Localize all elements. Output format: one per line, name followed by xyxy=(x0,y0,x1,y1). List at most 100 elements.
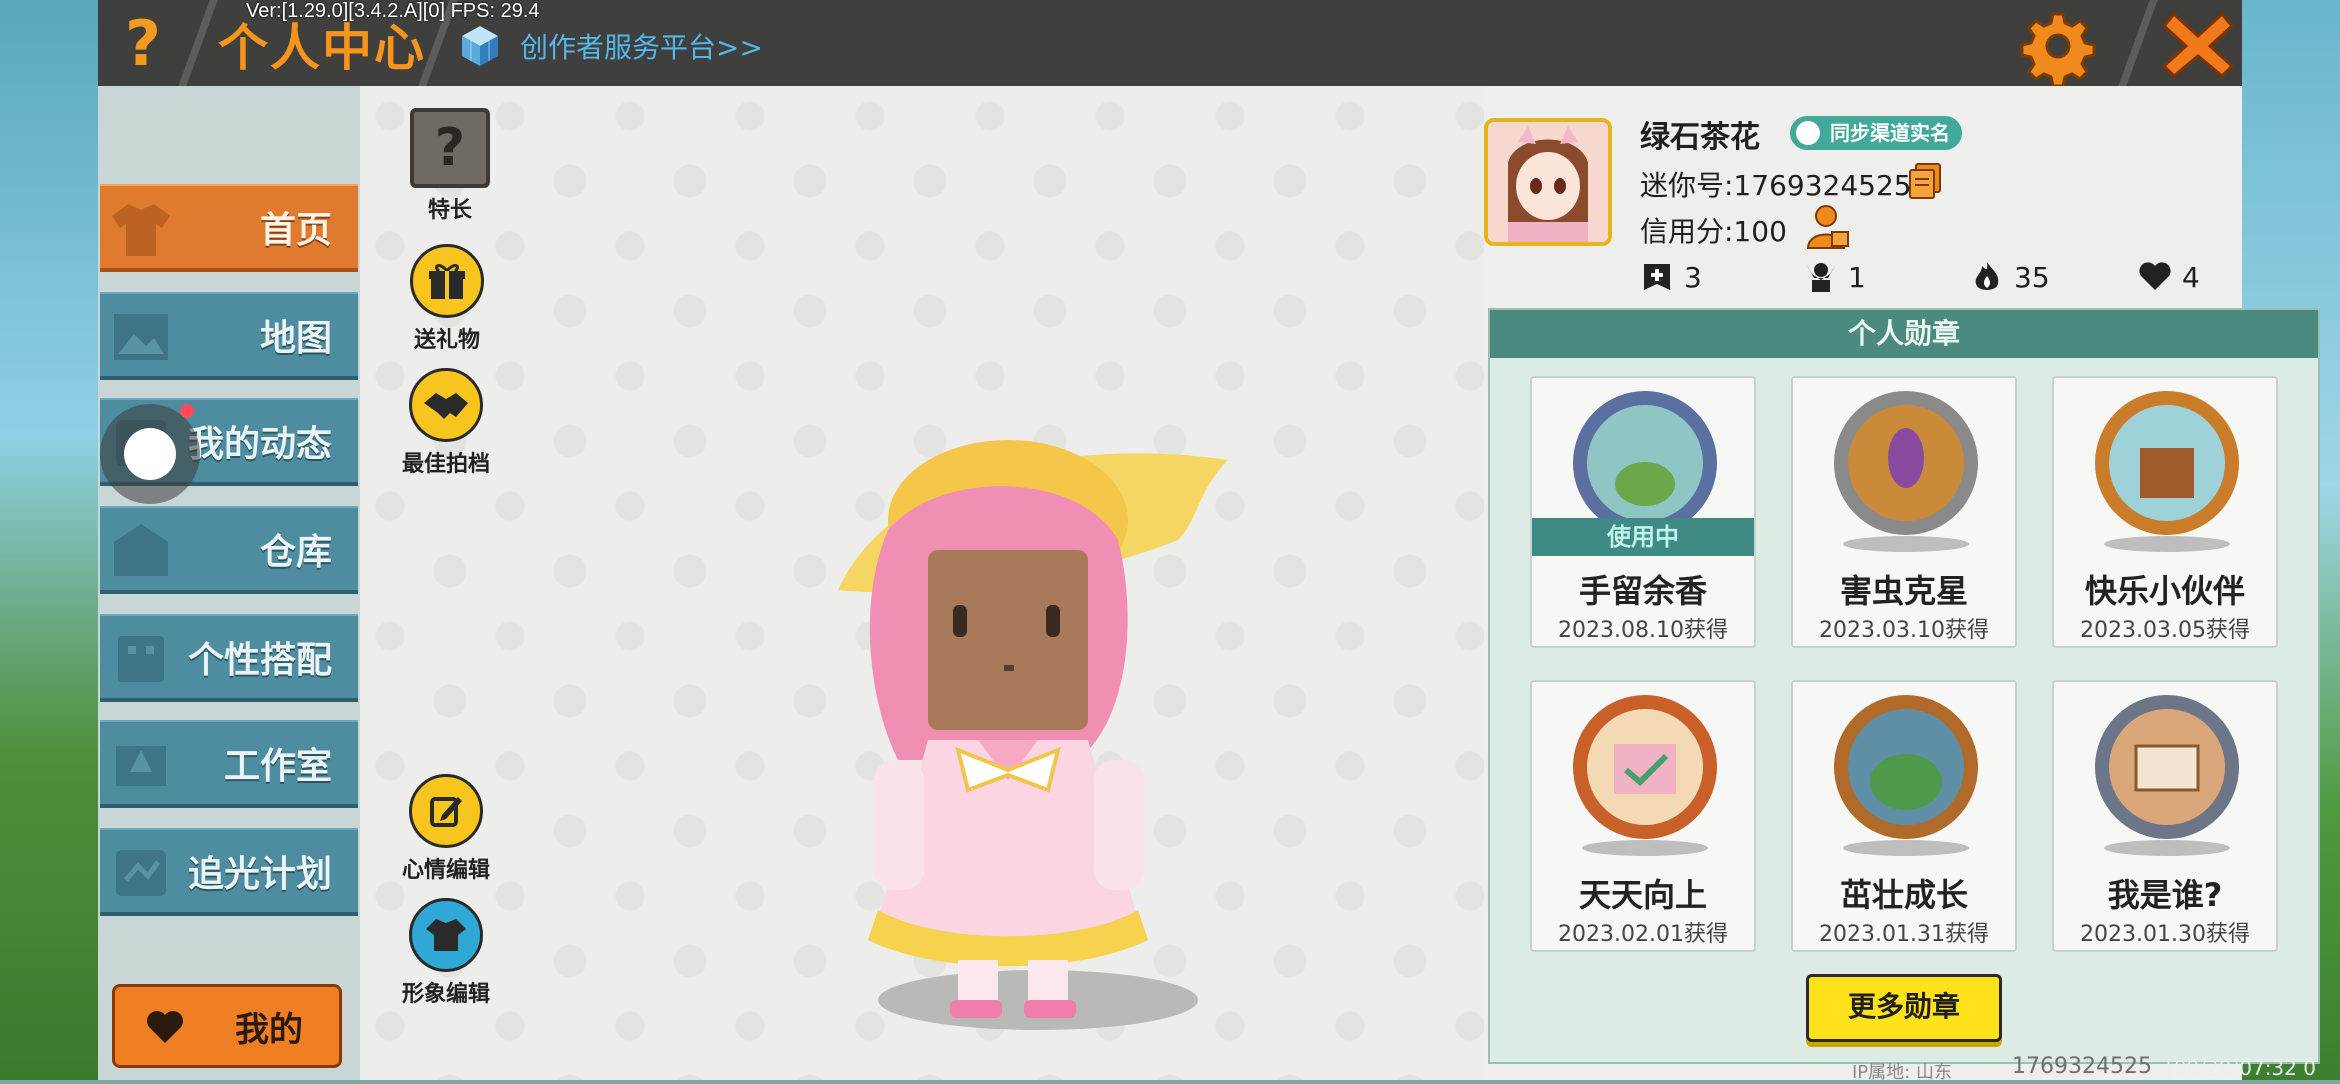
medal-card[interactable]: 我是谁? 2023.01.30获得 xyxy=(2052,680,2278,952)
sidebar-item-studio[interactable]: 工作室 xyxy=(100,720,358,808)
stat-likes[interactable]: 4 xyxy=(2138,260,2200,294)
send-gift-button[interactable]: 送礼物 xyxy=(410,244,484,354)
medal-date: 2023.01.30获得 xyxy=(2080,922,2250,947)
footer-user-id: 1769324525 xyxy=(2012,1054,2152,1079)
mood-edit-label: 心情编辑 xyxy=(402,858,491,883)
more-medals-button[interactable]: 更多勋章 xyxy=(1806,974,2002,1042)
creator-platform-link[interactable]: 创作者服务平台>> xyxy=(456,22,763,70)
sidebar-item-outfit[interactable]: 个性搭配 xyxy=(100,614,358,702)
medal-card[interactable]: 害虫克星 2023.03.10获得 xyxy=(1791,376,2017,648)
handshake-icon xyxy=(409,368,483,442)
realname-badge-label: 同步渠道实名 xyxy=(1830,121,1950,145)
float-ball-core xyxy=(124,428,176,480)
sidebar-item-light-plan[interactable]: 追光计划 xyxy=(100,828,358,916)
avatar[interactable] xyxy=(1484,118,1612,246)
medal-panel-header: 个人勋章 xyxy=(1490,310,2318,358)
medal-card[interactable]: 茁壮成长 2023.01.31获得 xyxy=(1791,680,2017,952)
medal-shadow xyxy=(1843,536,1969,552)
my-button-label: 我的 xyxy=(235,1009,303,1050)
sidebar-nav: 首页 地图 我的动态 仓库 个性搭配 工作室 追光计划 我的 xyxy=(98,86,360,1080)
creator-platform-label: 创作者服务平台>> xyxy=(520,31,763,64)
player-character-model[interactable] xyxy=(778,400,1338,1050)
medal-icon xyxy=(1834,391,1978,535)
fan-icon xyxy=(1806,263,1836,292)
medal-icon xyxy=(1834,695,1978,839)
outfit-edit-icon xyxy=(409,898,483,972)
studio-icon xyxy=(116,746,166,786)
sidebar-item-map[interactable]: 地图 xyxy=(100,292,358,380)
sidebar-item-warehouse[interactable]: 仓库 xyxy=(100,506,358,594)
floating-assist-ball[interactable] xyxy=(100,404,200,504)
stat-popularity[interactable]: 35 xyxy=(1970,260,2050,294)
sidebar-item-label: 首页 xyxy=(259,210,332,251)
medal-name: 快乐小伙伴 xyxy=(2084,572,2245,610)
shirt-icon xyxy=(112,204,170,256)
edit-icon xyxy=(409,774,483,848)
outfit-icon xyxy=(118,636,164,682)
cube-icon xyxy=(462,26,498,66)
sidebar-item-label: 仓库 xyxy=(259,532,332,573)
gear-icon[interactable] xyxy=(2018,6,2098,86)
medal-name: 我是谁? xyxy=(2107,876,2223,914)
in-use-badge: 使用中 xyxy=(1532,518,1754,556)
ip-location: IP属地: 山东 xyxy=(1852,1062,1952,1083)
my-button[interactable]: 我的 xyxy=(112,984,342,1068)
medal-card[interactable]: 天天向上 2023.02.01获得 xyxy=(1530,680,1756,952)
stat-value: 1 xyxy=(1848,260,1866,294)
question-icon: ? xyxy=(410,108,490,188)
gift-icon xyxy=(410,244,484,318)
medal-panel: 个人勋章 使用中 手留余香 2023.08.10获得 害虫克星 2023.03.… xyxy=(1488,308,2320,1064)
personal-center-window: ? 个人中心 创作者服务平台>> Ver:[1.29.0][3.4.2.A][0 xyxy=(98,0,2320,1083)
add-friend-icon xyxy=(1644,264,1670,290)
mood-edit-button[interactable]: 心情编辑 xyxy=(402,774,490,884)
medal-date: 2023.08.10获得 xyxy=(1558,618,1728,643)
close-icon[interactable] xyxy=(2156,4,2240,84)
credit-user-icon[interactable] xyxy=(1806,204,1850,250)
medal-icon xyxy=(1573,695,1717,839)
profile-stats: 3 1 35 4 xyxy=(1640,260,2240,300)
realname-badge[interactable]: 同步渠道实名 xyxy=(1790,116,1962,150)
medal-shadow xyxy=(2104,840,2230,856)
talent-button[interactable]: ? 特长 xyxy=(410,108,490,224)
copy-icon[interactable] xyxy=(1908,162,1942,200)
map-icon xyxy=(114,314,168,360)
warehouse-icon xyxy=(114,524,168,576)
mini-id: 迷你号:1769324525 xyxy=(1640,169,1912,202)
best-partner-button[interactable]: 最佳拍档 xyxy=(402,368,490,478)
character-stage: ? 特长 送礼物 最佳拍档 心情编辑 形象编辑 xyxy=(360,86,1484,1080)
heart-icon xyxy=(2139,262,2171,290)
medal-date: 2023.02.01获得 xyxy=(1558,922,1728,947)
medal-icon xyxy=(2095,391,2239,535)
medal-shadow xyxy=(1843,840,1969,856)
sidebar-item-label: 追光计划 xyxy=(187,854,332,895)
footer-timestamp: [09/29]07:32 0 xyxy=(2166,1056,2316,1080)
medal-name: 害虫克星 xyxy=(1839,572,1968,610)
sidebar-item-label: 工作室 xyxy=(223,746,332,787)
medal-name: 手留余香 xyxy=(1578,572,1707,610)
user-check-icon xyxy=(1796,121,1820,145)
talent-label: 特长 xyxy=(427,198,472,223)
medal-icon xyxy=(2095,695,2239,839)
sidebar-item-home[interactable]: 首页 xyxy=(100,184,358,272)
medal-shadow xyxy=(2104,536,2230,552)
sidebar-item-label: 我的动态 xyxy=(187,424,332,465)
medal-shadow xyxy=(1582,840,1708,856)
medal-icon xyxy=(1573,391,1717,535)
light-icon xyxy=(116,850,166,896)
medal-card[interactable]: 使用中 手留余香 2023.08.10获得 xyxy=(1530,376,1756,648)
credit-score: 信用分:100 xyxy=(1640,215,1787,248)
sidebar-item-label: 个性搭配 xyxy=(187,640,332,681)
fire-icon xyxy=(1975,262,1999,290)
stat-friends[interactable]: 3 xyxy=(1640,260,1702,294)
stat-value: 35 xyxy=(2014,260,2050,294)
heart-icon xyxy=(147,1011,183,1043)
image-edit-button[interactable]: 形象编辑 xyxy=(402,898,490,1008)
help-button[interactable]: ? xyxy=(98,0,188,86)
title-divider xyxy=(2118,0,2158,86)
stat-fans[interactable]: 1 xyxy=(1804,260,1866,294)
medal-card[interactable]: 快乐小伙伴 2023.03.05获得 xyxy=(2052,376,2278,648)
username: 绿石茶花 xyxy=(1640,120,1760,155)
image-edit-label: 形象编辑 xyxy=(402,982,491,1007)
medal-date: 2023.03.10获得 xyxy=(1819,618,1989,643)
medal-name: 茁壮成长 xyxy=(1839,876,1968,914)
